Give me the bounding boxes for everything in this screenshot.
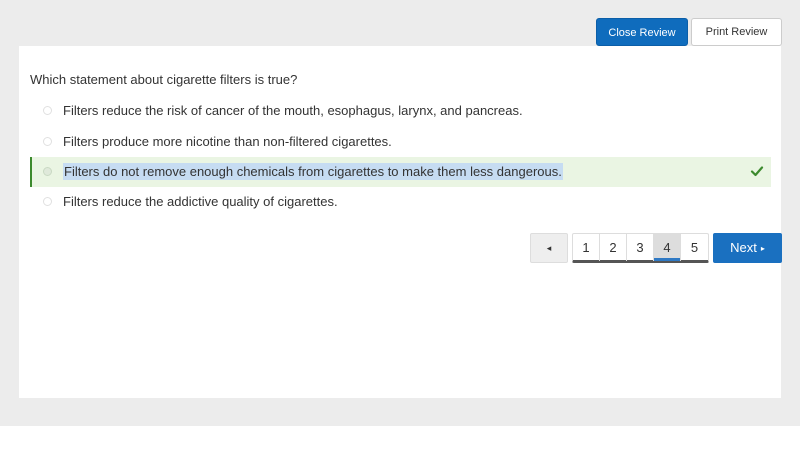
close-review-button[interactable]: Close Review <box>596 18 688 46</box>
page-button-3[interactable]: 3 <box>627 234 654 261</box>
pagination: 1 2 3 4 5 <box>572 233 709 263</box>
radio-button[interactable] <box>43 106 52 115</box>
checkmark-icon <box>750 166 764 177</box>
next-button[interactable]: Next ▸ <box>713 233 782 263</box>
answer-option-3-correct[interactable]: Filters do not remove enough chemicals f… <box>30 157 771 187</box>
question-text: Which statement about cigarette filters … <box>30 72 298 87</box>
answer-option-4[interactable]: Filters reduce the addictive quality of … <box>30 187 771 217</box>
answer-option-label: Filters do not remove enough chemicals f… <box>63 163 563 180</box>
caret-left-icon: ◂ <box>546 243 552 253</box>
previous-page-button[interactable]: ◂ <box>530 233 568 263</box>
caret-right-icon: ▸ <box>760 244 765 253</box>
answer-option-2[interactable]: Filters produce more nicotine than non-f… <box>30 127 771 157</box>
selected-text-highlight: Filters do not remove enough chemicals f… <box>63 163 563 180</box>
print-review-button[interactable]: Print Review <box>691 18 782 46</box>
radio-button[interactable] <box>43 167 52 176</box>
radio-button[interactable] <box>43 137 52 146</box>
page-button-1[interactable]: 1 <box>573 234 600 261</box>
next-button-label: Next <box>730 240 757 255</box>
page-button-5[interactable]: 5 <box>681 234 708 261</box>
radio-button[interactable] <box>43 197 52 206</box>
answer-option-label: Filters produce more nicotine than non-f… <box>63 134 392 149</box>
answer-option-label: Filters reduce the risk of cancer of the… <box>63 103 523 118</box>
answer-option-label: Filters reduce the addictive quality of … <box>63 194 338 209</box>
page-button-2[interactable]: 2 <box>600 234 627 261</box>
page-button-4-current[interactable]: 4 <box>654 234 681 261</box>
answer-option-1[interactable]: Filters reduce the risk of cancer of the… <box>30 96 771 126</box>
